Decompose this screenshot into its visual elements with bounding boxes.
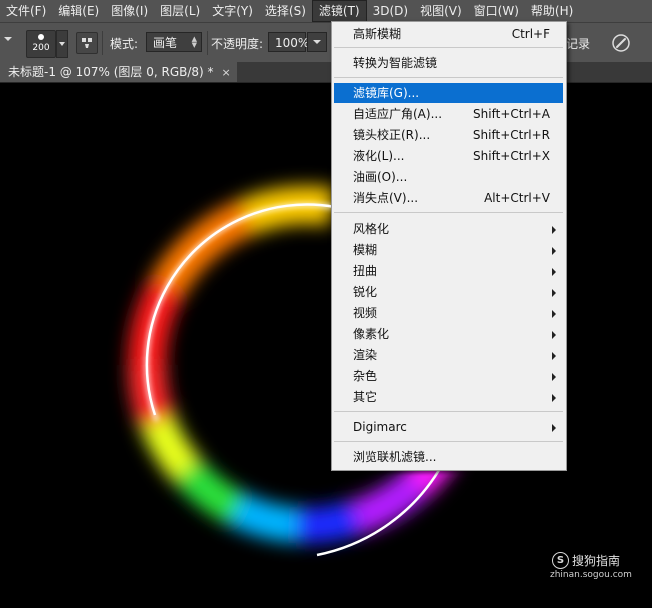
opacity-slider-dropdown[interactable] — [307, 32, 327, 52]
watermark-name: 搜狗指南 — [572, 554, 621, 568]
filter-distort[interactable]: 扭曲 — [334, 261, 563, 281]
submenu-arrow-icon — [552, 373, 556, 381]
opacity-label: 不透明度: — [211, 37, 264, 51]
submenu-arrow-icon — [552, 289, 556, 297]
submenu-arrow-icon — [552, 247, 556, 255]
menu-view[interactable]: 视图(V) — [414, 0, 468, 22]
menu-item-label: 高斯模糊 — [353, 27, 402, 41]
filter-gaussian-blur[interactable]: 高斯模糊 Ctrl+F — [334, 24, 563, 44]
filter-other[interactable]: 其它 — [334, 387, 563, 407]
menu-divider — [334, 212, 563, 213]
menu-item-label: 镜头校正(R)... — [353, 128, 431, 142]
menu-item-label: 锐化 — [353, 285, 378, 299]
mode-select-value: 画笔 — [153, 36, 178, 50]
opacity-value: 100% — [275, 36, 310, 50]
menu-type[interactable]: 文字(Y) — [206, 0, 259, 22]
filter-gallery[interactable]: 滤镜库(G)... — [334, 83, 563, 103]
menu-divider — [334, 441, 563, 442]
menu-item-label: 像素化 — [353, 327, 390, 341]
menu-divider — [334, 47, 563, 48]
filter-pixelate[interactable]: 像素化 — [334, 324, 563, 344]
document-title: 未标题-1 @ 107% (图层 0, RGB/8) * — [8, 65, 214, 79]
menu-item-shortcut: Shift+Ctrl+X — [473, 149, 550, 163]
menu-file[interactable]: 文件(F) — [0, 0, 52, 22]
submenu-arrow-icon — [552, 331, 556, 339]
menu-divider — [334, 411, 563, 412]
brush-tip-icon — [38, 34, 44, 40]
close-icon[interactable]: × — [222, 66, 231, 79]
divider — [207, 31, 208, 55]
menu-item-shortcut: Alt+Ctrl+V — [484, 191, 550, 205]
submenu-arrow-icon — [552, 394, 556, 402]
menu-item-label: 模糊 — [353, 243, 378, 257]
menu-item-label: 液化(L)... — [353, 149, 405, 163]
sogou-logo-icon: S — [552, 552, 569, 569]
filter-stylize[interactable]: 风格化 — [334, 219, 563, 239]
brush-size-value: 200 — [32, 43, 50, 53]
menu-divider — [334, 77, 563, 78]
menu-image[interactable]: 图像(I) — [105, 0, 154, 22]
submenu-arrow-icon — [552, 226, 556, 234]
menu-item-label: Digimarc — [353, 420, 407, 434]
submenu-arrow-icon — [552, 268, 556, 276]
menu-help[interactable]: 帮助(H) — [525, 0, 579, 22]
watermark-domain: zhinan.sogou.com — [550, 570, 632, 580]
menu-item-shortcut: Shift+Ctrl+R — [472, 128, 550, 142]
filter-vanishing-point[interactable]: 消失点(V)... Alt+Ctrl+V — [334, 188, 563, 208]
filter-noise[interactable]: 杂色 — [334, 366, 563, 386]
menu-item-label: 其它 — [353, 390, 378, 404]
filter-liquify[interactable]: 液化(L)... Shift+Ctrl+X — [334, 146, 563, 166]
brush-preset-dropdown[interactable] — [56, 30, 68, 58]
menu-filter[interactable]: 滤镜(T) — [311, 0, 367, 22]
history-label: 记录 — [566, 37, 591, 51]
menu-item-label: 风格化 — [353, 222, 390, 236]
menu-3d[interactable]: 3D(D) — [367, 0, 414, 22]
filter-browse-online[interactable]: 浏览联机滤镜... — [334, 447, 563, 467]
menu-item-label: 滤镜库(G)... — [353, 86, 420, 100]
filter-sharpen[interactable]: 锐化 — [334, 282, 563, 302]
menu-item-label: 视频 — [353, 306, 378, 320]
opacity-input[interactable]: 100% — [268, 32, 310, 52]
mode-label: 模式: — [110, 37, 139, 51]
submenu-arrow-icon — [552, 424, 556, 432]
mode-select[interactable]: 画笔 ▲ ▼ — [146, 32, 202, 52]
submenu-arrow-icon — [552, 310, 556, 318]
menu-item-label: 扭曲 — [353, 264, 378, 278]
filter-oil-paint[interactable]: 油画(O)... — [334, 167, 563, 187]
filter-lens-correction[interactable]: 镜头校正(R)... Shift+Ctrl+R — [334, 125, 563, 145]
menu-edit[interactable]: 编辑(E) — [52, 0, 105, 22]
menu-item-label: 转换为智能滤镜 — [353, 56, 438, 70]
menu-item-shortcut: Ctrl+F — [511, 27, 550, 41]
menu-item-label: 消失点(V)... — [353, 191, 419, 205]
menu-item-label: 自适应广角(A)... — [353, 107, 443, 121]
menu-layer[interactable]: 图层(L) — [154, 0, 206, 22]
document-tab[interactable]: 未标题-1 @ 107% (图层 0, RGB/8) * × — [0, 62, 237, 82]
divider — [102, 31, 103, 55]
brush-preset-picker[interactable]: 200 — [26, 30, 56, 58]
filter-adaptive-wide-angle[interactable]: 自适应广角(A)... Shift+Ctrl+A — [334, 104, 563, 124]
filter-convert-smart[interactable]: 转换为智能滤镜 — [334, 53, 563, 73]
filter-render[interactable]: 渲染 — [334, 345, 563, 365]
submenu-arrow-icon — [552, 352, 556, 360]
filter-blur[interactable]: 模糊 — [334, 240, 563, 260]
menu-item-label: 杂色 — [353, 369, 378, 383]
menu-select[interactable]: 选择(S) — [259, 0, 312, 22]
menu-bar: 文件(F) 编辑(E) 图像(I) 图层(L) 文字(Y) 选择(S) 滤镜(T… — [0, 0, 652, 22]
brush-panel-toggle-icon[interactable] — [76, 32, 98, 54]
filter-digimarc[interactable]: Digimarc — [334, 417, 563, 437]
menu-item-label: 浏览联机滤镜... — [353, 450, 437, 464]
tool-preset-dropdown-icon[interactable] — [4, 37, 12, 41]
brush-pressure-icon[interactable] — [610, 32, 632, 54]
filter-menu-dropdown: 高斯模糊 Ctrl+F 转换为智能滤镜 滤镜库(G)... 自适应广角(A)..… — [331, 21, 567, 471]
menu-item-label: 油画(O)... — [353, 170, 408, 184]
updown-arrows-icon: ▲ ▼ — [191, 35, 197, 49]
filter-video[interactable]: 视频 — [334, 303, 563, 323]
menu-item-label: 渲染 — [353, 348, 378, 362]
menu-item-shortcut: Shift+Ctrl+A — [473, 107, 550, 121]
menu-window[interactable]: 窗口(W) — [468, 0, 525, 22]
